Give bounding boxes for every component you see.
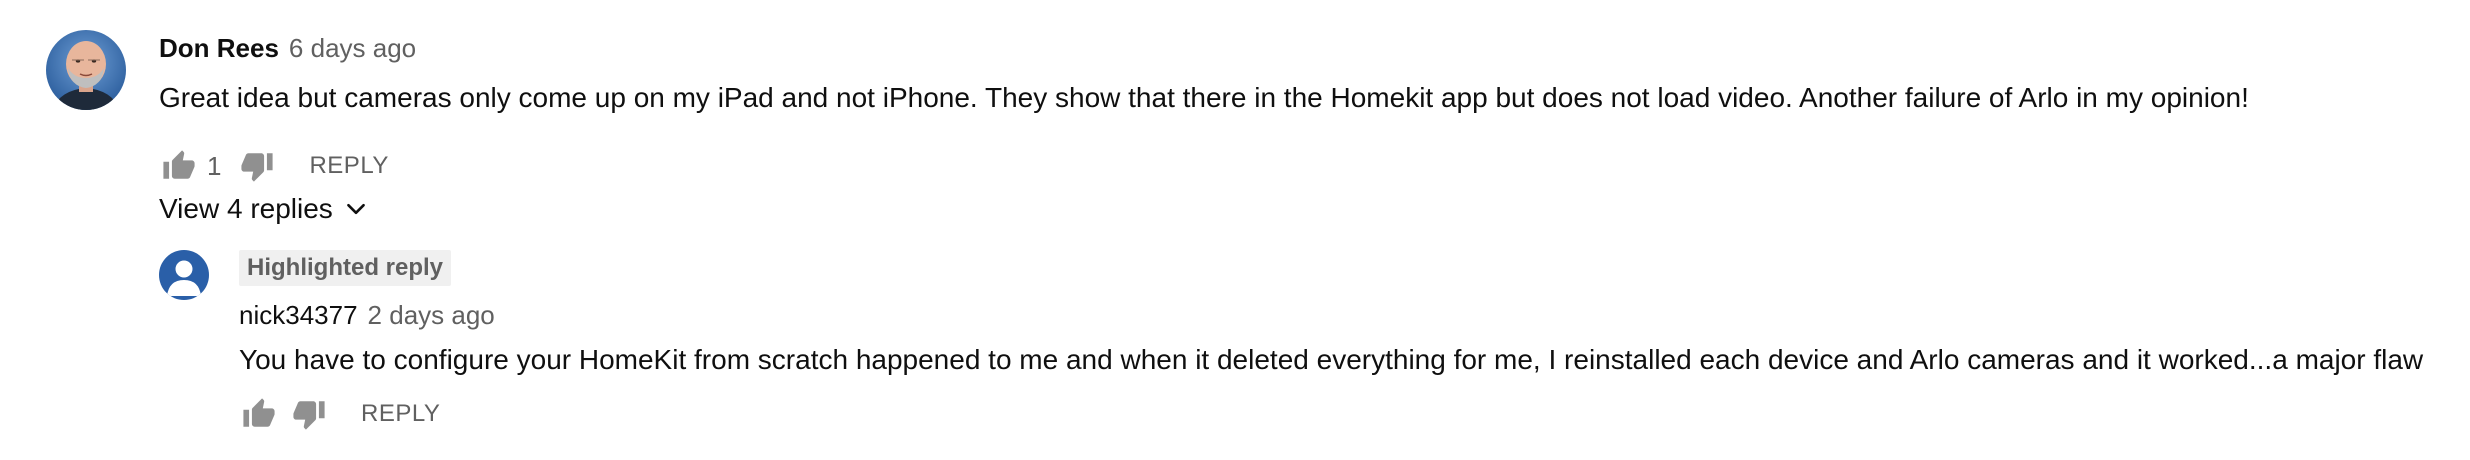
comment-text: Great idea but cameras only come up on m… (159, 82, 2249, 113)
reply-timestamp[interactable]: 2 days ago (368, 300, 495, 331)
thumb-down-icon (241, 153, 274, 182)
reply-like-button[interactable] (239, 394, 279, 434)
comment-thread: Don Rees 6 days ago Great idea but camer… (0, 0, 2470, 460)
thumb-down-icon (293, 401, 325, 430)
thumb-up-icon (163, 150, 195, 179)
reply-header: nick34377 2 days ago (239, 298, 2439, 332)
chevron-down-icon (346, 203, 365, 215)
comment-actions: 1 REPLY (159, 146, 2439, 186)
view-replies-toggle[interactable]: View 4 replies (159, 193, 369, 225)
avatar[interactable] (46, 30, 126, 110)
thumb-up-icon (243, 398, 275, 427)
reply-author-name[interactable]: nick34377 (239, 300, 358, 331)
view-replies-label: View 4 replies (159, 193, 333, 224)
like-button[interactable] (159, 146, 199, 186)
default-user-avatar-icon (159, 250, 209, 300)
user-photo-icon (46, 30, 126, 110)
reply-dislike-button[interactable] (289, 394, 329, 434)
comment-body: Don Rees 6 days ago Great idea but camer… (159, 30, 2439, 186)
author-name[interactable]: Don Rees (159, 33, 279, 64)
reply-reply-button[interactable]: REPLY (361, 400, 440, 428)
dislike-button[interactable] (237, 146, 277, 186)
reply-text: You have to configure your HomeKit from … (239, 344, 2424, 375)
like-count: 1 (207, 150, 222, 181)
comment-timestamp[interactable]: 6 days ago (289, 33, 416, 64)
reply-body: Highlighted reply nick34377 2 days ago Y… (239, 250, 2439, 434)
highlighted-reply-badge: Highlighted reply (239, 250, 452, 286)
reply-avatar[interactable] (159, 250, 209, 300)
comment-header: Don Rees 6 days ago (159, 30, 2439, 66)
reply-actions: REPLY (239, 394, 2439, 434)
reply-button[interactable]: REPLY (309, 152, 388, 180)
